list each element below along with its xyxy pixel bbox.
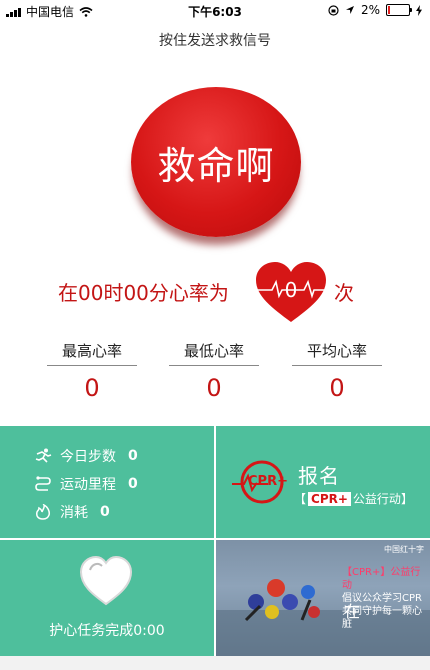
campaign-label: 【 CPR+ 公益行动 】 [294, 491, 413, 506]
battery-percent: 2% [360, 3, 380, 17]
calories-value: 0 [100, 504, 110, 520]
distance-label: 运动里程 [60, 477, 116, 493]
guard-label: 护心任务完成0:00 [49, 623, 165, 639]
location-icon [345, 6, 354, 14]
heart-rate-stats: 最高心率 0 最低心率 0 平均心率 0 [0, 340, 430, 410]
steps-label: 今日步数 [60, 449, 116, 465]
heart-rate-prefix: 在00时00分心率为 [58, 281, 229, 305]
stat-avg: 平均心率 0 [292, 340, 382, 402]
stat-max-label: 最高心率 [47, 340, 137, 366]
stat-avg-value: 0 [329, 374, 345, 402]
flame-icon [36, 504, 50, 520]
distance-row: 运动里程 0 [34, 474, 138, 494]
activity-tile[interactable]: 今日步数 0 运动里程 0 消耗 0 [0, 426, 214, 538]
stat-avg-label: 平均心率 [292, 340, 382, 366]
cpr-logo: CPR+ [230, 460, 294, 504]
stat-min-label: 最低心率 [169, 340, 259, 366]
heart-rate-value: 0 [284, 278, 298, 302]
signup-title: 报名 [298, 464, 340, 488]
steps-value: 0 [128, 448, 138, 464]
steps-row: 今日步数 0 [34, 446, 138, 466]
route-icon [35, 476, 51, 491]
heart-rate-suffix: 次 [334, 281, 354, 305]
video-tile[interactable]: 中国红十字 【CPR+】公益行动 倡议公众学习CPR 共同守护每一颗心脏 在 [216, 540, 430, 656]
calories-label: 消耗 [60, 505, 88, 521]
heart-rate-line: 在00时00分心率为 0 次 [0, 260, 430, 322]
charging-icon [416, 4, 422, 16]
status-bar: 中国电信 下午6:03 2% [0, 0, 430, 20]
heart-icon: 0 [252, 260, 330, 324]
distance-value: 0 [128, 476, 138, 492]
cpr-tag: CPR+ [308, 491, 351, 506]
page-subtitle: 按住发送求救信号 [159, 33, 271, 49]
stat-max-value: 0 [84, 374, 100, 402]
bottom-bar [0, 656, 430, 670]
stat-min: 最低心率 0 [169, 340, 259, 402]
battery-icon [386, 4, 412, 16]
heart-outline-icon [78, 554, 134, 606]
orientation-lock-icon [328, 4, 339, 16]
sos-button[interactable]: 救命啊 [131, 87, 301, 237]
video-logo: 中国红十字 [384, 545, 424, 554]
stat-max: 最高心率 0 [47, 340, 137, 402]
stat-min-value: 0 [206, 374, 222, 402]
guard-tile[interactable]: 护心任务完成0:00 [0, 540, 214, 656]
sos-button-label: 救命啊 [157, 143, 275, 188]
signup-tile[interactable]: CPR+ 报名 【 CPR+ 公益行动 】 [216, 426, 430, 538]
calories-row: 消耗 0 [34, 502, 110, 522]
video-overlay-char: 在 [344, 602, 361, 621]
runner-icon [35, 448, 52, 463]
